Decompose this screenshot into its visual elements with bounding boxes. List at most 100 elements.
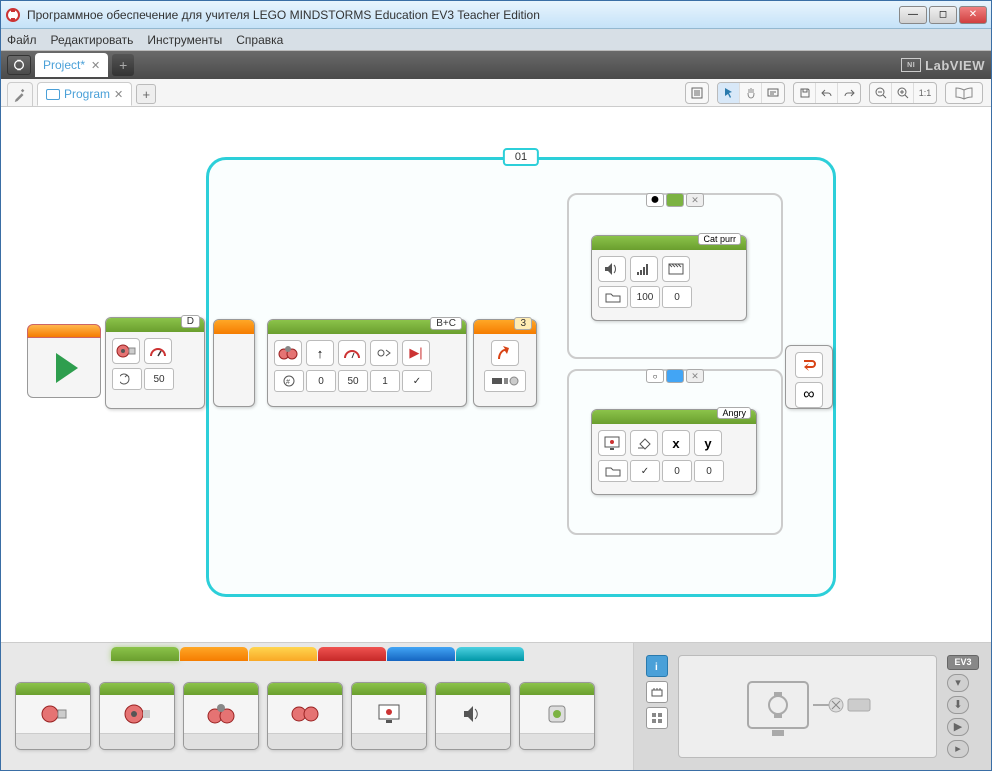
- brake-icon: ▶|: [402, 340, 430, 366]
- port-label[interactable]: B+C: [430, 317, 462, 330]
- properties-tab[interactable]: [7, 82, 33, 106]
- y-label: y: [694, 430, 722, 456]
- port-label[interactable]: D: [181, 315, 200, 328]
- close-icon[interactable]: ✕: [114, 88, 123, 101]
- add-project-button[interactable]: +: [112, 54, 134, 76]
- steer-icon: [274, 340, 302, 366]
- image-file-label[interactable]: Angry: [717, 407, 751, 419]
- mode-param[interactable]: [112, 368, 142, 390]
- x-param[interactable]: 0: [662, 460, 692, 482]
- loop-end[interactable]: ∞: [785, 345, 833, 409]
- port-label[interactable]: 3: [514, 317, 532, 330]
- close-button[interactable]: ✕: [959, 6, 987, 24]
- window-title: Программное обеспечение для учителя LEGO…: [27, 8, 899, 22]
- undo-button[interactable]: [816, 83, 838, 103]
- hub-info-button[interactable]: i: [646, 655, 668, 677]
- run-selected-button[interactable]: ▸: [947, 740, 969, 758]
- tab-bar: Program ✕ + 1:1: [1, 79, 991, 107]
- close-icon[interactable]: ✕: [91, 59, 100, 72]
- case-close[interactable]: ✕: [686, 369, 704, 383]
- collapse-button[interactable]: ▾: [947, 674, 969, 692]
- display-icon: [598, 430, 626, 456]
- radio-true[interactable]: ●: [646, 193, 664, 207]
- steering-block[interactable]: B+C ↑ ▶| # 0 50 1 ✓: [267, 319, 467, 407]
- loop-label[interactable]: 01: [503, 148, 539, 166]
- palette-tab-sensor[interactable]: [249, 647, 317, 661]
- brake-param[interactable]: ✓: [402, 370, 432, 392]
- pan-tool[interactable]: [740, 83, 762, 103]
- run-button[interactable]: ▶: [947, 718, 969, 736]
- hub-bricks-button[interactable]: [646, 707, 668, 729]
- palette-tab-flow[interactable]: [180, 647, 248, 661]
- titlebar: Программное обеспечение для учителя LEGO…: [1, 1, 991, 29]
- rotations-icon: [370, 340, 398, 366]
- redo-button[interactable]: [838, 83, 860, 103]
- infinity-icon[interactable]: ∞: [795, 382, 823, 408]
- volume-param[interactable]: 100: [630, 286, 660, 308]
- rot-param[interactable]: 1: [370, 370, 400, 392]
- play-type-icon: [662, 256, 690, 282]
- radio-false[interactable]: ○: [646, 369, 664, 383]
- ev3-home-button[interactable]: [7, 55, 31, 75]
- zoom-reset-button[interactable]: 1:1: [914, 83, 936, 103]
- brick-monitor[interactable]: [678, 655, 937, 758]
- palette-tab-myblocks[interactable]: [456, 647, 524, 661]
- direction-icon: ↑: [306, 340, 334, 366]
- hub-ports-button[interactable]: [646, 681, 668, 703]
- palette-move-steering[interactable]: [183, 682, 259, 750]
- project-tab[interactable]: Project* ✕: [35, 53, 108, 77]
- palette-tabs: [1, 643, 633, 661]
- palette-sound[interactable]: [435, 682, 511, 750]
- palette-medium-motor[interactable]: [15, 682, 91, 750]
- menu-file[interactable]: Файл: [7, 33, 37, 47]
- palette-brick-status[interactable]: [519, 682, 595, 750]
- palette-move-tank[interactable]: [267, 682, 343, 750]
- play-param[interactable]: 0: [662, 286, 692, 308]
- value-param[interactable]: 50: [144, 368, 174, 390]
- start-block[interactable]: [27, 324, 101, 398]
- y-param[interactable]: 0: [694, 460, 724, 482]
- program-icon: [46, 89, 60, 100]
- sensor-param[interactable]: [484, 370, 526, 392]
- comment-tool[interactable]: [762, 83, 784, 103]
- palette: i EV3 ▾ ⬇ ▶ ▸: [1, 642, 991, 770]
- add-tab-button[interactable]: +: [136, 84, 156, 104]
- menu-tools[interactable]: Инструменты: [147, 33, 222, 47]
- list-view-button[interactable]: [686, 83, 708, 103]
- menu-help[interactable]: Справка: [236, 33, 283, 47]
- clear-param[interactable]: ✓: [630, 460, 660, 482]
- loop-start[interactable]: [213, 319, 255, 407]
- speed-icon: [144, 338, 172, 364]
- program-tab[interactable]: Program ✕: [37, 82, 132, 106]
- menubar: Файл Редактировать Инструменты Справка: [1, 29, 991, 51]
- canvas[interactable]: 01 D 50: [1, 107, 991, 642]
- case-close[interactable]: ✕: [686, 193, 704, 207]
- maximize-button[interactable]: ◻: [929, 6, 957, 24]
- sound-file-label[interactable]: Cat purr: [698, 233, 741, 245]
- file-param[interactable]: [598, 286, 628, 308]
- power-param[interactable]: 50: [338, 370, 368, 392]
- zoom-in-button[interactable]: [892, 83, 914, 103]
- save-button[interactable]: [794, 83, 816, 103]
- download-button[interactable]: ⬇: [947, 696, 969, 714]
- switch-block[interactable]: 3: [473, 319, 537, 407]
- case-true-icon[interactable]: [666, 193, 684, 207]
- menu-edit[interactable]: Редактировать: [51, 33, 134, 47]
- file-param[interactable]: [598, 460, 628, 482]
- zoom-out-button[interactable]: [870, 83, 892, 103]
- palette-display[interactable]: [351, 682, 427, 750]
- minimize-button[interactable]: —: [899, 6, 927, 24]
- sound-block[interactable]: Cat purr 100 0: [591, 235, 747, 321]
- palette-large-motor[interactable]: [99, 682, 175, 750]
- help-book-button[interactable]: [945, 82, 983, 104]
- palette-tab-data[interactable]: [318, 647, 386, 661]
- mode-param[interactable]: #: [274, 370, 304, 392]
- steer-param[interactable]: 0: [306, 370, 336, 392]
- svg-text:i: i: [655, 662, 658, 673]
- motor-block-d[interactable]: D 50: [105, 317, 205, 409]
- palette-tab-advanced[interactable]: [387, 647, 455, 661]
- pointer-tool[interactable]: [718, 83, 740, 103]
- case-false-icon[interactable]: [666, 369, 684, 383]
- display-block[interactable]: Angry x y ✓ 0 0: [591, 409, 757, 495]
- palette-tab-action[interactable]: [111, 647, 179, 661]
